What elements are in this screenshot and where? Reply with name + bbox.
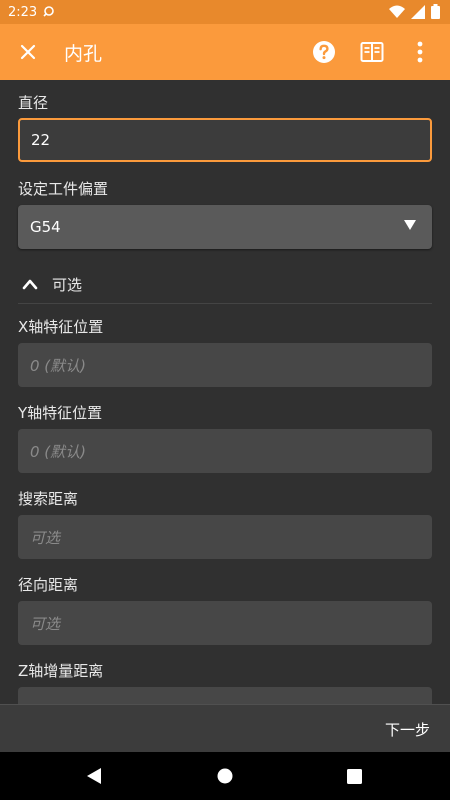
search-distance-input[interactable]: 可选 xyxy=(18,515,432,559)
bottom-bar: 下一步 xyxy=(0,704,450,752)
divider xyxy=(18,303,432,304)
page-title: 内孔 xyxy=(64,42,103,65)
recents-button[interactable] xyxy=(344,766,364,786)
search-distance-label: 搜索距离 xyxy=(18,490,79,508)
search-distance-placeholder: 可选 xyxy=(30,528,61,547)
diameter-label: 直径 xyxy=(18,94,49,112)
help-icon xyxy=(313,41,335,63)
signal-icon xyxy=(411,4,425,23)
offset-value: G54 xyxy=(30,218,61,236)
x-position-placeholder: 0 (默认) xyxy=(30,356,87,375)
status-time: 2:23 xyxy=(8,4,38,20)
radial-distance-label: 径向距离 xyxy=(18,576,79,594)
optional-label: 可选 xyxy=(52,275,83,294)
close-icon xyxy=(20,44,36,60)
home-button[interactable] xyxy=(215,766,235,786)
help-button[interactable] xyxy=(300,24,348,80)
form-content: 直径 22 设定工件偏置 G54 可选 X轴特征位置 0 (默认) Y轴特征位置… xyxy=(0,80,450,704)
dropdown-arrow-icon xyxy=(404,220,416,230)
diameter-input[interactable]: 22 xyxy=(18,118,432,162)
more-button[interactable] xyxy=(396,24,444,80)
recents-icon xyxy=(346,768,362,784)
x-position-label: X轴特征位置 xyxy=(18,318,104,336)
offset-select[interactable]: G54 xyxy=(18,205,432,249)
y-position-input[interactable]: 0 (默认) xyxy=(18,429,432,473)
wifi-icon xyxy=(389,4,405,23)
status-icons xyxy=(389,4,440,23)
app-bar: 内孔 xyxy=(0,24,450,80)
radial-distance-placeholder: 可选 xyxy=(30,614,61,633)
y-position-label: Y轴特征位置 xyxy=(18,404,103,422)
z-increment-input[interactable] xyxy=(18,687,432,704)
chevron-up-icon xyxy=(22,279,38,290)
notification-icon xyxy=(43,5,55,20)
close-button[interactable] xyxy=(0,24,56,80)
app-actions xyxy=(300,24,444,80)
navigation-bar xyxy=(0,752,450,800)
radial-distance-input[interactable]: 可选 xyxy=(18,601,432,645)
x-position-input[interactable]: 0 (默认) xyxy=(18,343,432,387)
optional-toggle[interactable]: 可选 xyxy=(0,264,450,304)
battery-icon xyxy=(431,4,440,23)
offset-label: 设定工件偏置 xyxy=(18,180,109,198)
compare-button[interactable] xyxy=(348,24,396,80)
book-icon xyxy=(360,42,384,62)
z-increment-label: Z轴增量距离 xyxy=(18,662,104,680)
next-button[interactable]: 下一步 xyxy=(385,705,430,753)
status-bar: 2:23 xyxy=(0,0,450,24)
back-button[interactable] xyxy=(84,766,104,786)
diameter-value: 22 xyxy=(31,131,51,149)
back-icon xyxy=(87,768,101,784)
home-icon xyxy=(217,768,233,784)
y-position-placeholder: 0 (默认) xyxy=(30,442,87,461)
more-vert-icon xyxy=(417,41,423,63)
